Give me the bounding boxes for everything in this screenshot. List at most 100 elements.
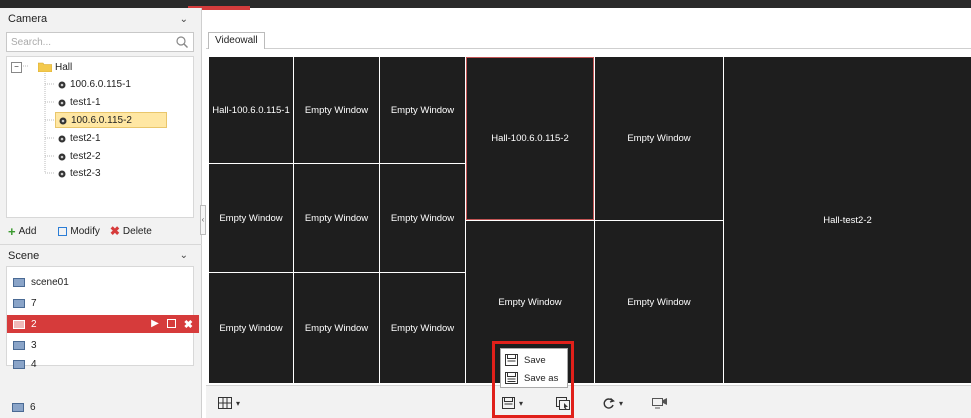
scene-item-active[interactable]: 2 ▶ ✖: [7, 315, 199, 333]
camera-icon: [58, 99, 66, 106]
video-window[interactable]: Empty Window: [595, 57, 723, 220]
scene-panel-title: Scene: [8, 249, 40, 262]
refresh-dropdown-button[interactable]: ▾: [602, 394, 623, 412]
camera-icon: [58, 153, 66, 160]
edit-icon: [58, 226, 68, 236]
menu-item-save-as[interactable]: Save as: [505, 369, 558, 387]
tree-group-hall[interactable]: − Hall: [11, 60, 72, 74]
scene-icon: [13, 277, 25, 287]
search-box: [6, 32, 194, 52]
video-window-large[interactable]: Hall-test2-2: [724, 57, 971, 383]
window-cursor-icon: [556, 396, 570, 410]
delete-label: Delete: [122, 225, 152, 237]
scene-list: scene01 7 2 ▶ ✖ 3 4: [6, 266, 199, 370]
save-icon: [505, 354, 518, 366]
screen-output-button[interactable]: [652, 394, 668, 412]
tree-item-camera[interactable]: 100.6.0.115-1: [57, 77, 131, 91]
dropdown-arrow-icon[interactable]: ▾: [619, 399, 623, 408]
save-dropdown-button[interactable]: ▾: [502, 394, 523, 412]
scene-label: 4: [31, 358, 37, 370]
scene-label: 3: [31, 339, 37, 351]
tree-item-camera[interactable]: test2-3: [57, 166, 101, 180]
monitor-camera-icon: [652, 398, 667, 409]
camera-label: test2-2: [70, 150, 101, 162]
menu-item-save[interactable]: Save: [505, 351, 546, 369]
tab-bar: Videowall: [206, 29, 971, 49]
bottom-toolbar: ▾ ▾ ▾: [206, 385, 971, 418]
refresh-icon: [603, 397, 615, 409]
modify-button[interactable]: Modify: [58, 225, 100, 237]
scene-item[interactable]: 4: [7, 355, 199, 373]
video-window[interactable]: Empty Window: [380, 273, 465, 383]
camera-label: 100.6.0.115-2: [71, 114, 132, 126]
delete-x-icon[interactable]: ✖: [184, 318, 193, 331]
add-button[interactable]: + Add: [8, 224, 36, 239]
scene-item[interactable]: scene01: [7, 273, 199, 291]
camera-label: test1-1: [70, 96, 101, 108]
video-window[interactable]: Empty Window: [294, 164, 379, 272]
collapse-toggle-icon[interactable]: −: [11, 61, 22, 73]
camera-icon: [59, 117, 67, 124]
scene-label: 7: [31, 297, 37, 309]
save-as-icon: [505, 372, 518, 384]
video-window[interactable]: Empty Window: [380, 57, 465, 163]
video-window[interactable]: Empty Window: [380, 164, 465, 272]
tree-item-camera[interactable]: test2-1: [57, 131, 101, 145]
tab-videowall[interactable]: Videowall: [208, 32, 265, 49]
scene-icon: [12, 403, 24, 412]
edit-icon[interactable]: [166, 319, 176, 328]
camera-icon: [58, 135, 66, 142]
camera-label: test2-1: [70, 132, 101, 144]
add-label: Add: [18, 225, 37, 237]
scene-label: scene01: [31, 276, 69, 288]
tree-item-camera[interactable]: test2-2: [57, 149, 101, 163]
video-window[interactable]: Empty Window: [209, 273, 293, 383]
video-window[interactable]: Empty Window: [294, 273, 379, 383]
chevron-down-icon[interactable]: ⌄: [180, 14, 188, 25]
top-bar: [0, 0, 971, 8]
video-window[interactable]: Empty Window: [294, 57, 379, 163]
video-wall: Hall-100.6.0.115-1 Empty Window Empty Wi…: [206, 49, 971, 385]
scene-item[interactable]: 3: [7, 336, 199, 354]
video-window-selected[interactable]: Hall-100.6.0.115-2: [466, 57, 594, 220]
menu-item-save-label: Save: [524, 354, 546, 366]
search-icon[interactable]: [175, 35, 189, 49]
save-icon: [502, 397, 515, 409]
camera-panel-header[interactable]: Camera ⌄: [0, 8, 202, 30]
window-control-button[interactable]: [556, 394, 570, 412]
save-dropdown-menu: Save Save as: [500, 348, 568, 388]
camera-panel-title: Camera: [8, 13, 48, 25]
tree-group-label: Hall: [55, 61, 73, 73]
scene-panel-header[interactable]: Scene ⌄: [0, 244, 202, 266]
scene-icon: [13, 359, 25, 369]
play-icon[interactable]: ▶: [151, 318, 159, 331]
tree-item-camera-selected[interactable]: 100.6.0.115-2: [55, 112, 167, 128]
dropdown-arrow-icon[interactable]: ▾: [519, 399, 523, 408]
camera-label: 100.6.0.115-1: [70, 78, 131, 90]
menu-item-save-as-label: Save as: [524, 372, 559, 384]
scene-item[interactable]: 7: [7, 294, 199, 312]
camera-search-input[interactable]: [7, 33, 175, 51]
layout-button[interactable]: ▾: [218, 394, 240, 412]
scene-icon: [13, 340, 25, 350]
scene-item[interactable]: 6: [12, 402, 36, 413]
delete-button[interactable]: ✖ Delete: [110, 224, 152, 238]
tree-item-camera[interactable]: test1-1: [57, 95, 101, 109]
video-window[interactable]: Hall-100.6.0.115-1: [209, 57, 293, 163]
folder-icon: [38, 62, 52, 72]
scene-label: 2: [31, 318, 37, 330]
chevron-down-icon[interactable]: ⌄: [180, 250, 188, 261]
delete-x-icon: ✖: [109, 224, 120, 238]
scene-label: 6: [30, 402, 36, 413]
plus-icon: +: [8, 223, 16, 239]
grid-layout-icon: [218, 397, 232, 409]
video-window[interactable]: Empty Window: [595, 221, 723, 383]
camera-label: test2-3: [70, 167, 101, 179]
modify-label: Modify: [70, 225, 100, 237]
dropdown-arrow-icon[interactable]: ▾: [236, 399, 240, 408]
video-window[interactable]: Empty Window: [209, 164, 293, 272]
camera-icon: [58, 170, 66, 177]
camera-icon: [58, 81, 66, 88]
camera-actions: + Add Modify ✖ Delete: [6, 222, 194, 240]
scene-icon: [13, 298, 25, 308]
